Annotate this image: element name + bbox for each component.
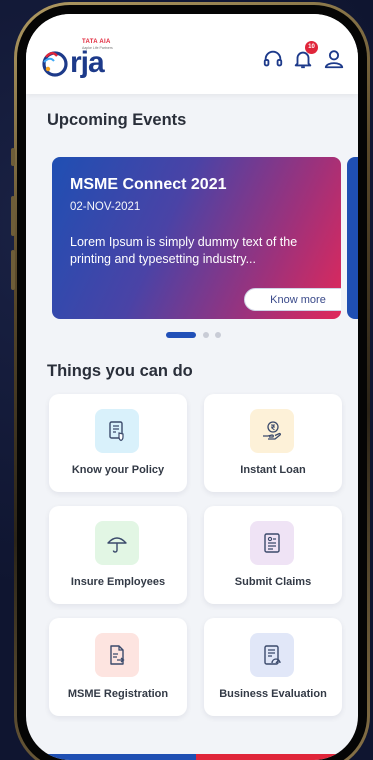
evaluation-report-icon [250, 633, 294, 677]
app-header: TATA AIA Aapke Life Partners rja 10 [26, 14, 358, 94]
tile-insure-employees[interactable]: Insure Employees [49, 506, 187, 604]
notification-badge: 10 [305, 41, 318, 54]
event-card[interactable]: MSME Connect 2021 02-NOV-2021 Lorem Ipsu… [52, 157, 341, 319]
rupee-hand-icon [250, 409, 294, 453]
app-screen: TATA AIA Aapke Life Partners rja 10 Upco… [26, 14, 358, 760]
bottom-brand-bar [26, 754, 358, 760]
tile-label: Instant Loan [240, 464, 306, 476]
tile-submit-claims[interactable]: Submit Claims [204, 506, 342, 604]
know-more-button[interactable]: Know more [244, 288, 341, 311]
headset-icon[interactable] [262, 48, 284, 70]
pager-dot[interactable] [203, 332, 209, 338]
event-title: MSME Connect 2021 [70, 176, 227, 193]
event-card-next[interactable]: M 0 L t [347, 157, 358, 319]
logo-o-mark-icon [42, 51, 68, 77]
phone-bezel: TATA AIA Aapke Life Partners rja 10 Upco… [17, 5, 367, 760]
pager-dot-active[interactable] [166, 332, 196, 338]
brand-tag: TATA AIA [82, 39, 111, 45]
claim-form-icon [250, 521, 294, 565]
policy-document-icon [95, 409, 139, 453]
tile-label: Business Evaluation [219, 688, 327, 700]
tile-business-evaluation[interactable]: Business Evaluation [204, 618, 342, 716]
user-icon[interactable] [323, 48, 345, 70]
phone-mute-switch [11, 148, 15, 166]
phone-volume-up [11, 196, 15, 236]
registration-document-icon [95, 633, 139, 677]
brand-bar-red [196, 754, 358, 760]
phone-frame: TATA AIA Aapke Life Partners rja 10 Upco… [14, 2, 370, 760]
brand-bar-blue [26, 754, 196, 760]
brand-name: rja [70, 46, 105, 79]
things-you-can-do-title: Things you can do [47, 362, 193, 380]
tile-label: Know your Policy [71, 464, 165, 476]
tile-label: MSME Registration [67, 688, 169, 700]
event-description: Lorem Ipsum is simply dummy text of the … [70, 235, 298, 266]
tile-label: Insure Employees [70, 576, 166, 588]
orja-logo[interactable]: TATA AIA Aapke Life Partners rja [40, 36, 130, 80]
event-date: 02-NOV-2021 [70, 201, 141, 213]
tile-instant-loan[interactable]: Instant Loan [204, 394, 342, 492]
tile-label: Submit Claims [234, 576, 312, 588]
tile-know-your-policy[interactable]: Know your Policy [49, 394, 187, 492]
pager-dot[interactable] [215, 332, 221, 338]
tile-msme-registration[interactable]: MSME Registration [49, 618, 187, 716]
upcoming-events-title: Upcoming Events [47, 111, 187, 129]
umbrella-icon [95, 521, 139, 565]
phone-volume-down [11, 250, 15, 290]
